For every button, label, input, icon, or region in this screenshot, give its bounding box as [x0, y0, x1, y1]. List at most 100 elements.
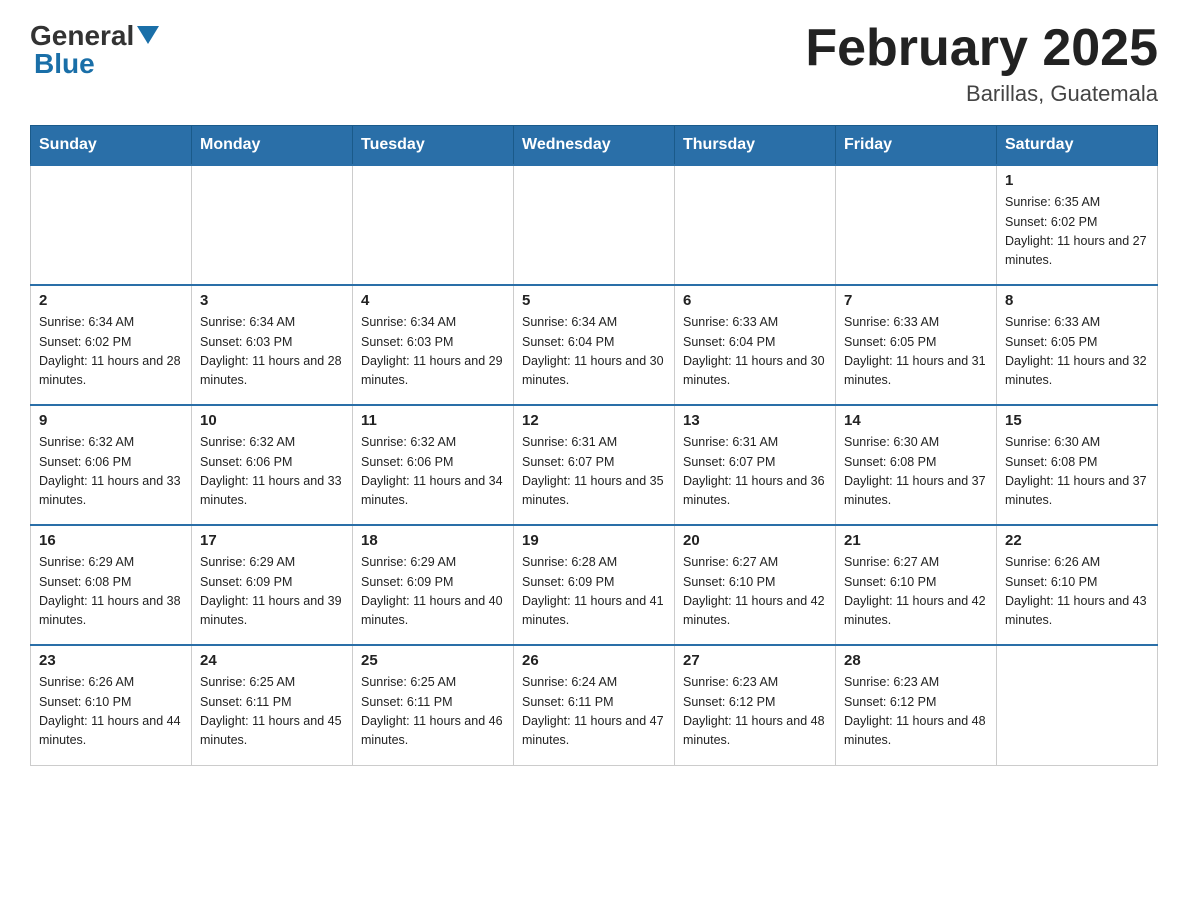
calendar-cell: 28 Sunrise: 6:23 AMSunset: 6:12 PMDayligh… [836, 645, 997, 765]
day-info: Sunrise: 6:25 AMSunset: 6:11 PMDaylight:… [200, 673, 344, 751]
day-info: Sunrise: 6:34 AMSunset: 6:02 PMDaylight:… [39, 313, 183, 391]
page-header: General Blue February 2025 Barillas, Gua… [30, 20, 1158, 107]
day-number: 28 [844, 652, 988, 669]
day-info: Sunrise: 6:32 AMSunset: 6:06 PMDaylight:… [39, 433, 183, 511]
day-number: 23 [39, 652, 183, 669]
col-tuesday: Tuesday [353, 126, 514, 166]
col-saturday: Saturday [997, 126, 1158, 166]
calendar-cell: 12Sunrise: 6:31 AMSunset: 6:07 PMDayligh… [514, 405, 675, 525]
day-number: 15 [1005, 412, 1149, 429]
calendar-header-row: Sunday Monday Tuesday Wednesday Thursday… [31, 126, 1158, 166]
day-number: 13 [683, 412, 827, 429]
day-info: Sunrise: 6:34 AMSunset: 6:03 PMDaylight:… [361, 313, 505, 391]
day-info: Sunrise: 6:31 AMSunset: 6:07 PMDaylight:… [683, 433, 827, 511]
day-number: 2 [39, 292, 183, 309]
day-info: Sunrise: 6:32 AMSunset: 6:06 PMDaylight:… [200, 433, 344, 511]
day-info: Sunrise: 6:32 AMSunset: 6:06 PMDaylight:… [361, 433, 505, 511]
day-info: Sunrise: 6:23 AMSunset: 6:12 PMDaylight:… [844, 673, 988, 751]
day-info: Sunrise: 6:29 AMSunset: 6:09 PMDaylight:… [361, 553, 505, 631]
calendar-cell: 10 Sunrise: 6:32 AMSunset: 6:06 PMDayligh… [192, 405, 353, 525]
day-number: 9 [39, 412, 183, 429]
day-number: 22 [1005, 532, 1149, 549]
calendar-subtitle: Barillas, Guatemala [805, 81, 1158, 107]
day-info: Sunrise: 6:28 AMSunset: 6:09 PMDaylight:… [522, 553, 666, 631]
calendar-cell [353, 165, 514, 285]
col-thursday: Thursday [675, 126, 836, 166]
calendar-cell: 18 Sunrise: 6:29 AMSunset: 6:09 PMDayligh… [353, 525, 514, 645]
day-info: Sunrise: 6:30 AMSunset: 6:08 PMDaylight:… [1005, 433, 1149, 511]
day-info: Sunrise: 6:23 AMSunset: 6:12 PMDaylight:… [683, 673, 827, 751]
calendar-week-row: 23 Sunrise: 6:26 AMSunset: 6:10 PMDayligh… [31, 645, 1158, 765]
calendar-cell: 19 Sunrise: 6:28 AMSunset: 6:09 PMDayligh… [514, 525, 675, 645]
day-info: Sunrise: 6:24 AMSunset: 6:11 PMDaylight:… [522, 673, 666, 751]
day-info: Sunrise: 6:29 AMSunset: 6:08 PMDaylight:… [39, 553, 183, 631]
calendar-cell: 14 Sunrise: 6:30 AMSunset: 6:08 PMDayligh… [836, 405, 997, 525]
day-info: Sunrise: 6:33 AMSunset: 6:04 PMDaylight:… [683, 313, 827, 391]
calendar-cell [192, 165, 353, 285]
calendar-cell: 13 Sunrise: 6:31 AMSunset: 6:07 PMDayligh… [675, 405, 836, 525]
day-info: Sunrise: 6:33 AMSunset: 6:05 PMDaylight:… [844, 313, 988, 391]
calendar-cell: 6Sunrise: 6:33 AMSunset: 6:04 PMDaylight… [675, 285, 836, 405]
calendar-cell: 2 Sunrise: 6:34 AMSunset: 6:02 PMDaylight… [31, 285, 192, 405]
day-info: Sunrise: 6:26 AMSunset: 6:10 PMDaylight:… [39, 673, 183, 751]
day-info: Sunrise: 6:27 AMSunset: 6:10 PMDaylight:… [844, 553, 988, 631]
calendar-title: February 2025 [805, 20, 1158, 77]
day-info: Sunrise: 6:30 AMSunset: 6:08 PMDaylight:… [844, 433, 988, 511]
day-number: 16 [39, 532, 183, 549]
calendar-cell: 11 Sunrise: 6:32 AMSunset: 6:06 PMDayligh… [353, 405, 514, 525]
calendar-cell: 22 Sunrise: 6:26 AMSunset: 6:10 PMDayligh… [997, 525, 1158, 645]
day-number: 18 [361, 532, 505, 549]
day-number: 14 [844, 412, 988, 429]
calendar-cell [675, 165, 836, 285]
calendar-cell: 8Sunrise: 6:33 AMSunset: 6:05 PMDaylight… [997, 285, 1158, 405]
day-number: 10 [200, 412, 344, 429]
col-monday: Monday [192, 126, 353, 166]
day-info: Sunrise: 6:34 AMSunset: 6:04 PMDaylight:… [522, 313, 666, 391]
col-sunday: Sunday [31, 126, 192, 166]
day-number: 1 [1005, 172, 1149, 189]
calendar-cell [836, 165, 997, 285]
calendar-week-row: 9 Sunrise: 6:32 AMSunset: 6:06 PMDaylight… [31, 405, 1158, 525]
day-info: Sunrise: 6:35 AMSunset: 6:02 PMDaylight:… [1005, 193, 1149, 271]
calendar-cell [31, 165, 192, 285]
day-info: Sunrise: 6:27 AMSunset: 6:10 PMDaylight:… [683, 553, 827, 631]
calendar-cell: 21 Sunrise: 6:27 AMSunset: 6:10 PMDayligh… [836, 525, 997, 645]
logo-text-blue: Blue [34, 48, 159, 80]
calendar-week-row: 2 Sunrise: 6:34 AMSunset: 6:02 PMDaylight… [31, 285, 1158, 405]
calendar-cell [997, 645, 1158, 765]
calendar-week-row: 1 Sunrise: 6:35 AMSunset: 6:02 PMDaylight… [31, 165, 1158, 285]
day-number: 25 [361, 652, 505, 669]
day-number: 27 [683, 652, 827, 669]
calendar-cell: 20 Sunrise: 6:27 AMSunset: 6:10 PMDayligh… [675, 525, 836, 645]
day-info: Sunrise: 6:25 AMSunset: 6:11 PMDaylight:… [361, 673, 505, 751]
col-wednesday: Wednesday [514, 126, 675, 166]
day-number: 26 [522, 652, 666, 669]
day-number: 11 [361, 412, 505, 429]
day-number: 20 [683, 532, 827, 549]
calendar-cell: 3 Sunrise: 6:34 AMSunset: 6:03 PMDaylight… [192, 285, 353, 405]
logo-arrow-icon [137, 26, 159, 44]
calendar-cell: 9 Sunrise: 6:32 AMSunset: 6:06 PMDaylight… [31, 405, 192, 525]
day-info: Sunrise: 6:29 AMSunset: 6:09 PMDaylight:… [200, 553, 344, 631]
day-number: 24 [200, 652, 344, 669]
calendar-week-row: 16 Sunrise: 6:29 AMSunset: 6:08 PMDayligh… [31, 525, 1158, 645]
day-number: 19 [522, 532, 666, 549]
calendar-cell: 15 Sunrise: 6:30 AMSunset: 6:08 PMDayligh… [997, 405, 1158, 525]
day-info: Sunrise: 6:34 AMSunset: 6:03 PMDaylight:… [200, 313, 344, 391]
calendar-title-block: February 2025 Barillas, Guatemala [805, 20, 1158, 107]
calendar-cell: 26 Sunrise: 6:24 AMSunset: 6:11 PMDayligh… [514, 645, 675, 765]
day-number: 12 [522, 412, 666, 429]
calendar-cell: 7Sunrise: 6:33 AMSunset: 6:05 PMDaylight… [836, 285, 997, 405]
day-number: 5 [522, 292, 666, 309]
col-friday: Friday [836, 126, 997, 166]
calendar-table: Sunday Monday Tuesday Wednesday Thursday… [30, 125, 1158, 766]
calendar-cell: 17Sunrise: 6:29 AMSunset: 6:09 PMDayligh… [192, 525, 353, 645]
day-number: 3 [200, 292, 344, 309]
calendar-cell: 24 Sunrise: 6:25 AMSunset: 6:11 PMDayligh… [192, 645, 353, 765]
calendar-cell: 4Sunrise: 6:34 AMSunset: 6:03 PMDaylight… [353, 285, 514, 405]
calendar-cell: 5 Sunrise: 6:34 AMSunset: 6:04 PMDaylight… [514, 285, 675, 405]
calendar-cell: 23 Sunrise: 6:26 AMSunset: 6:10 PMDayligh… [31, 645, 192, 765]
day-info: Sunrise: 6:26 AMSunset: 6:10 PMDaylight:… [1005, 553, 1149, 631]
calendar-cell: 1 Sunrise: 6:35 AMSunset: 6:02 PMDaylight… [997, 165, 1158, 285]
day-number: 21 [844, 532, 988, 549]
